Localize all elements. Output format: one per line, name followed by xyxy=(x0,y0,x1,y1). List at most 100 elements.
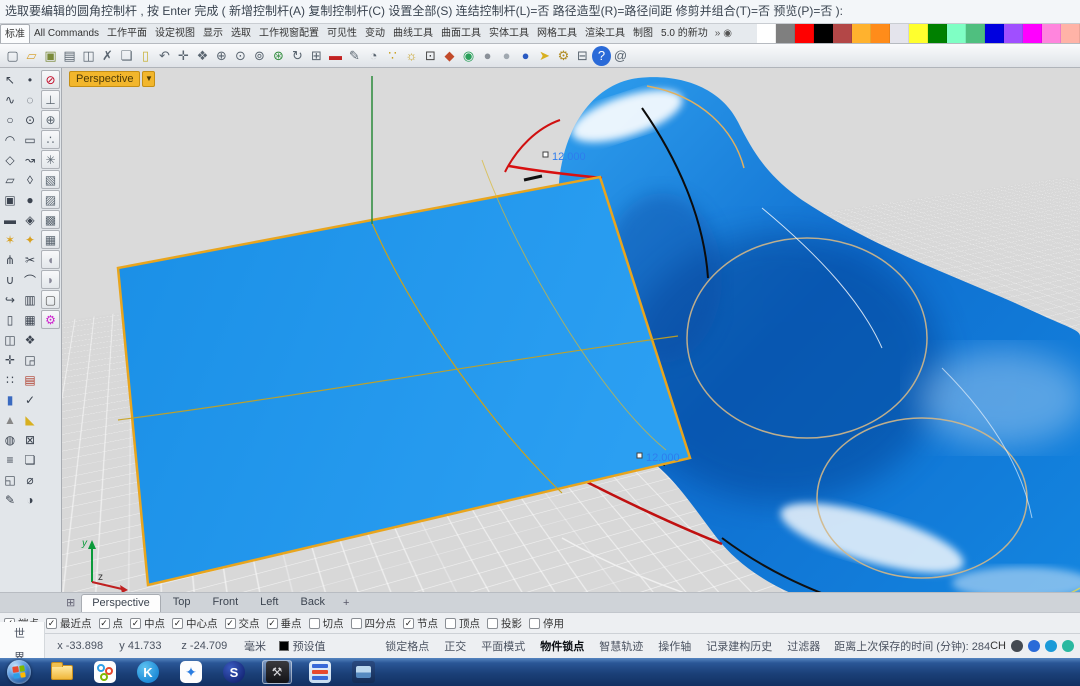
command-prompt[interactable]: 选取要编辑的圆角控制杆 , 按 Enter 完成 ( 新增控制杆(A) 复制控制… xyxy=(0,0,1080,24)
help-circle-icon[interactable]: ◉ xyxy=(723,28,732,39)
extrude-icon[interactable]: ▥ xyxy=(20,290,40,310)
help-icon[interactable]: ? xyxy=(592,45,611,66)
history-icon[interactable]: ◔ xyxy=(364,46,383,66)
extract-face-icon[interactable]: ◗ xyxy=(41,270,60,289)
taskbar-browser[interactable] xyxy=(90,660,120,684)
checkbox[interactable] xyxy=(308,617,320,629)
mirror-icon[interactable]: ◫ xyxy=(0,330,20,350)
perspective-viewport[interactable]: 12.000 12.000 y z Perspective ▼ xyxy=(62,68,1080,592)
color-swatch[interactable] xyxy=(985,24,1004,43)
color-swatch[interactable] xyxy=(833,24,852,43)
osnap-toggle[interactable]: 中点 xyxy=(130,616,165,631)
record-history-icon[interactable]: ⊘ xyxy=(41,70,60,89)
menu-tab[interactable]: 曲线工具 xyxy=(389,24,437,43)
taskbar-kugou[interactable]: K xyxy=(133,660,163,684)
zoom-icon[interactable]: ⊕ xyxy=(212,46,231,66)
add-viewport-button[interactable]: + xyxy=(337,595,355,612)
checkbox[interactable] xyxy=(529,617,540,629)
loft-surface-icon[interactable]: ◊ xyxy=(20,170,40,190)
circle-icon[interactable]: ○ xyxy=(0,110,20,130)
new-file-icon[interactable]: ▢ xyxy=(3,46,22,66)
display-box-3-icon[interactable]: ▩ xyxy=(41,210,60,229)
group-icon[interactable]: ❏ xyxy=(20,450,40,470)
color-swatch[interactable] xyxy=(795,24,814,43)
array-icon[interactable]: ∷ xyxy=(0,370,20,390)
zoom-selected-icon[interactable]: ⊚ xyxy=(250,46,269,66)
taskbar-rhino-active[interactable]: ⚒ xyxy=(262,660,292,684)
environment-sphere-icon[interactable]: ● xyxy=(516,46,535,66)
checkbox[interactable] xyxy=(224,617,236,629)
menu-tab[interactable]: 制图 xyxy=(629,24,657,43)
checkbox[interactable] xyxy=(403,617,414,629)
viewport-title-dropdown-icon[interactable]: ▼ xyxy=(142,71,156,87)
layer-tool-icon[interactable]: ≡ xyxy=(0,450,20,470)
display-box-1-icon[interactable]: ▧ xyxy=(41,170,60,189)
color-swatch[interactable] xyxy=(1004,24,1023,43)
menu-tab[interactable]: 网格工具 xyxy=(533,24,581,43)
viewport-tab[interactable]: Left xyxy=(250,594,288,612)
check-objects-icon[interactable]: ✓ xyxy=(20,390,40,410)
menu-tab[interactable]: 工作平面 xyxy=(103,24,151,43)
select-arrow-icon[interactable]: ↖ xyxy=(0,70,20,90)
checkbox[interactable] xyxy=(46,617,57,629)
status-pane[interactable]: 过滤器 xyxy=(787,638,820,654)
menu-tab[interactable]: 渲染工具 xyxy=(581,24,629,43)
measure-icon[interactable]: ✎ xyxy=(345,46,364,66)
status-pane[interactable]: 正交 xyxy=(444,638,466,654)
start-button[interactable] xyxy=(4,659,34,686)
osnap-toggle[interactable]: 垂点 xyxy=(266,616,302,631)
menu-tab[interactable]: 5.0 的新功 xyxy=(657,24,712,43)
taskbar-video-player[interactable] xyxy=(305,660,335,684)
box-icon[interactable]: ▣ xyxy=(0,190,20,210)
menu-tab[interactable]: 变动 xyxy=(361,24,389,43)
checkbox[interactable] xyxy=(130,617,141,629)
trim-icon[interactable]: ⋔ xyxy=(0,250,20,270)
texture-sphere-icon[interactable]: ● xyxy=(497,46,516,66)
blend-icon[interactable]: ⌒ xyxy=(20,270,40,290)
pan-view-icon[interactable]: ✛ xyxy=(174,46,193,66)
globe-cplane-icon[interactable]: ⊕ xyxy=(41,110,60,129)
osnap-toggle[interactable]: 节点 xyxy=(403,616,438,631)
viewport-title-label[interactable]: Perspective xyxy=(69,71,141,87)
osnap-toggle[interactable]: 点 xyxy=(98,616,123,631)
language-indicator[interactable]: CH xyxy=(990,640,1006,652)
ungroup-icon[interactable]: ◱ xyxy=(0,470,20,490)
point-icon[interactable]: • xyxy=(20,70,40,90)
tray-icon-4[interactable] xyxy=(1062,640,1074,652)
osnap-toggle[interactable]: 最近点 xyxy=(46,616,92,631)
pipe-icon[interactable]: ▯ xyxy=(0,310,20,330)
scale-icon[interactable]: ◲ xyxy=(20,350,40,370)
status-pane[interactable]: 物件锁点 xyxy=(540,638,584,654)
current-layer[interactable]: 预设值 xyxy=(278,638,350,654)
script-icon[interactable]: @ xyxy=(611,46,630,66)
menu-tab[interactable]: 设定视图 xyxy=(151,24,199,43)
transform-icon[interactable]: ❖ xyxy=(20,330,40,350)
status-pane[interactable]: 记录建构历史 xyxy=(706,638,772,654)
duplicate-icon[interactable]: ◫ xyxy=(79,46,98,66)
display-box-2-icon[interactable]: ▨ xyxy=(41,190,60,209)
lightbulb-icon[interactable]: ☼ xyxy=(402,46,421,66)
status-pane[interactable]: 智慧轨迹 xyxy=(599,638,643,654)
copy-icon[interactable]: ❏ xyxy=(117,46,136,66)
gears-icon[interactable]: ⚙ xyxy=(554,46,573,66)
osnap-toggle[interactable]: 中心点 xyxy=(172,616,218,631)
osnap-toggle[interactable]: 切点 xyxy=(308,616,344,631)
menu-tab[interactable]: 可见性 xyxy=(323,24,361,43)
explode-icon[interactable]: ✶ xyxy=(0,230,20,250)
rectangle-icon[interactable]: ▭ xyxy=(20,130,40,150)
fillet-icon[interactable]: ✦ xyxy=(20,230,40,250)
split-icon[interactable]: ✂ xyxy=(20,250,40,270)
zoom-extents-icon[interactable]: ⊛ xyxy=(269,46,288,66)
color-swatch[interactable] xyxy=(852,24,871,43)
cylinder-icon[interactable]: ▮ xyxy=(0,390,20,410)
annotate-icon[interactable]: ✎ xyxy=(0,490,20,510)
viewport-layout-icon[interactable]: ⊞ xyxy=(307,46,326,66)
save-icon[interactable]: ▣ xyxy=(41,46,60,66)
zoom-window-icon[interactable]: ⊙ xyxy=(231,46,250,66)
color-swatch[interactable] xyxy=(947,24,966,43)
menu-tab[interactable]: 曲面工具 xyxy=(437,24,485,43)
taskbar-explorer[interactable] xyxy=(47,660,77,684)
viewport-tab[interactable]: Top xyxy=(163,594,201,612)
taskbar-sogou[interactable]: S xyxy=(219,660,249,684)
ellipse-icon[interactable]: ⊙ xyxy=(20,110,40,130)
